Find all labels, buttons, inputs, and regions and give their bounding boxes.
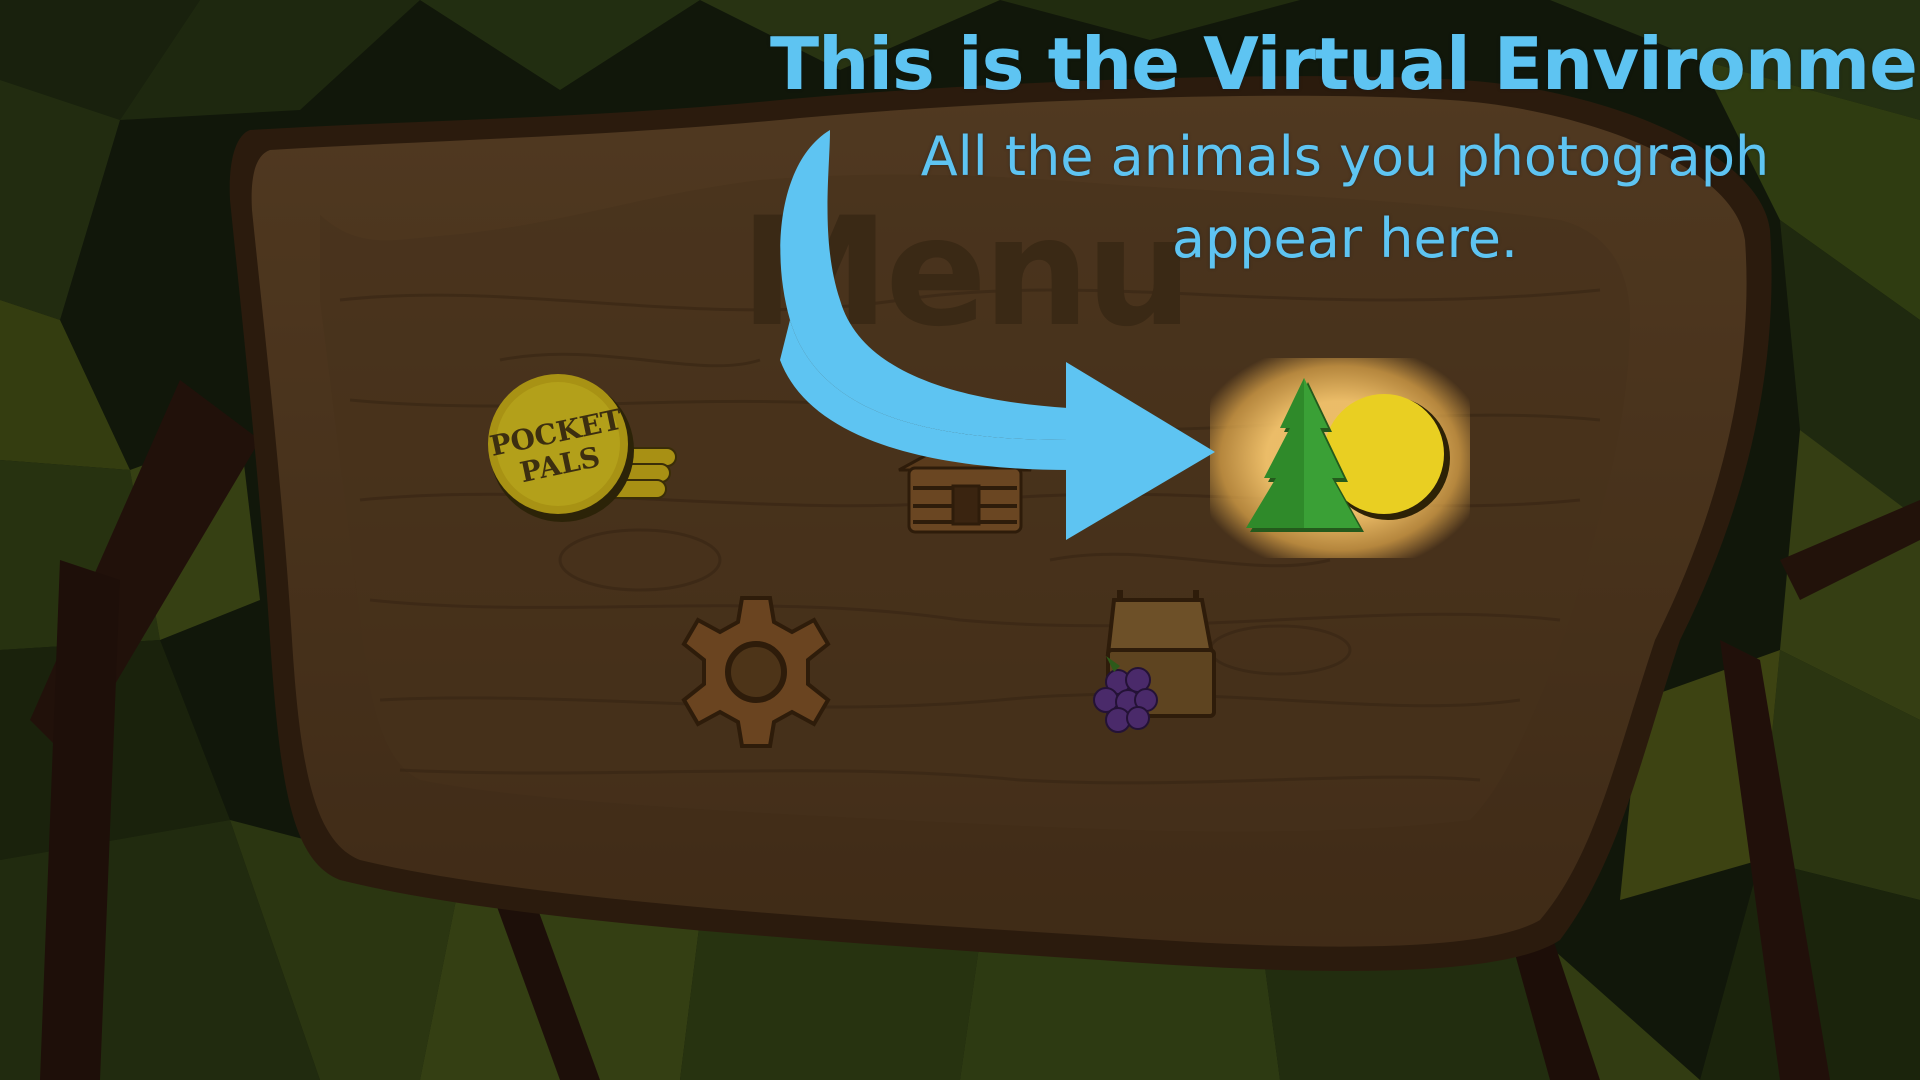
tutorial-body: All the animals you photograph appear he… bbox=[920, 125, 1770, 270]
game-scene: Menu POCKET PALS This is the Virtual Env… bbox=[0, 0, 1920, 1080]
tutorial-title: This is the Virtual Environment. bbox=[770, 22, 1920, 106]
tutorial-overlay: This is the Virtual Environment. All the… bbox=[770, 0, 1920, 300]
